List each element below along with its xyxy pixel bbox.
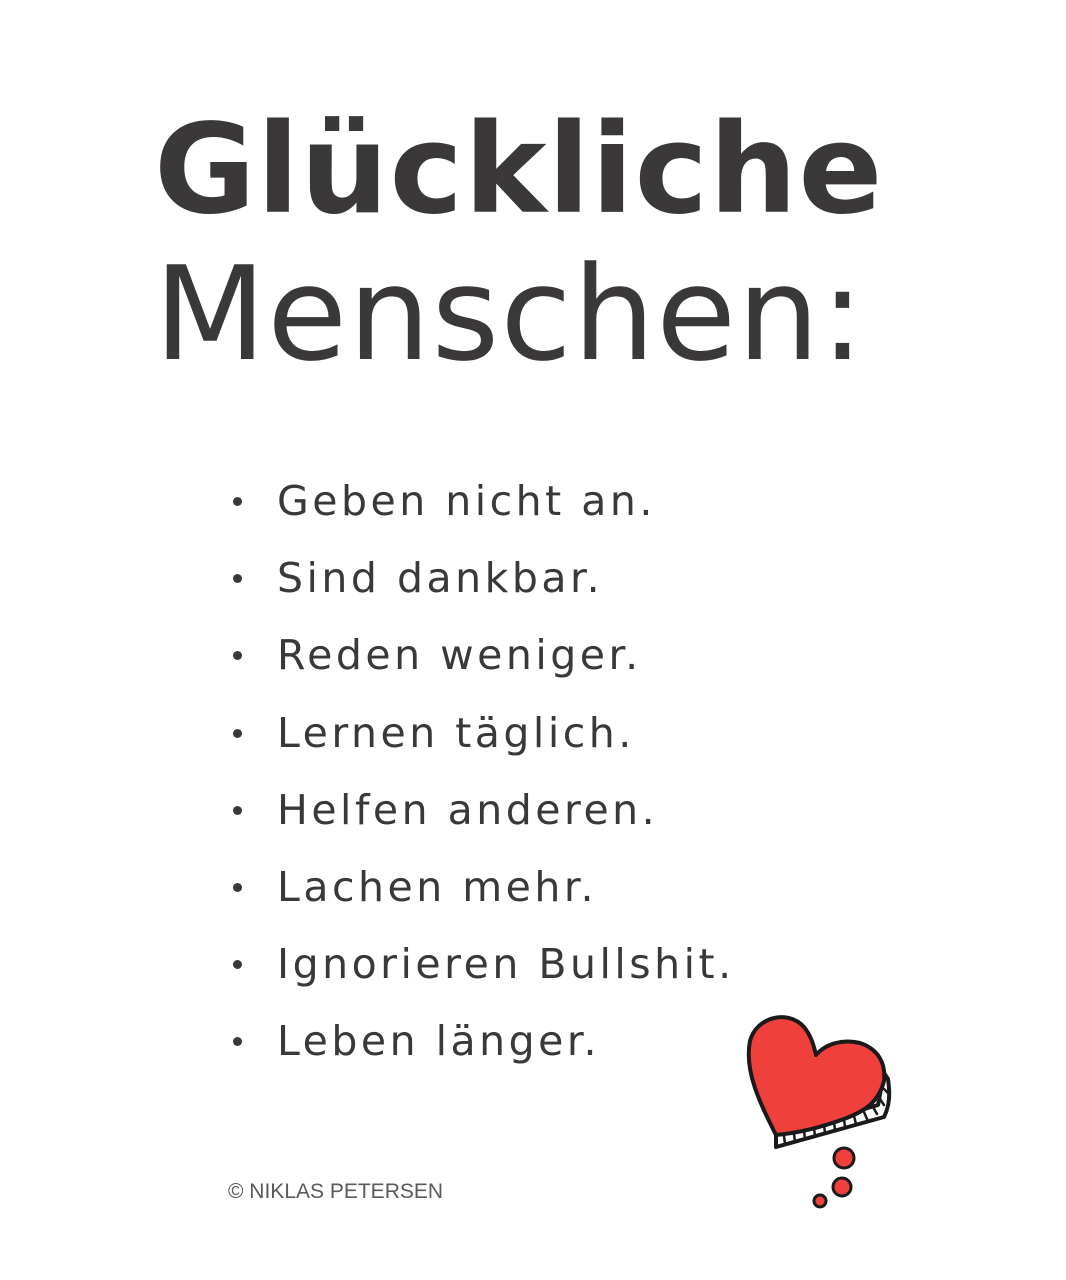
copyright-notice: © NIKLAS PETERSEN: [228, 1180, 444, 1203]
list-item-text: Geben nicht an.: [277, 477, 656, 525]
thought-bubble-small: [812, 1193, 828, 1209]
thought-bubble-large: [832, 1146, 856, 1170]
bullet-icon: [233, 574, 242, 584]
list-item-text: Lachen mehr.: [277, 862, 598, 911]
bullet-icon: [233, 960, 242, 970]
list-item-text: Ignorieren Bullshit.: [277, 940, 735, 989]
bullet-icon: [233, 497, 242, 506]
list-item-text: Sind dankbar.: [277, 554, 604, 603]
heart-icon: [746, 1015, 892, 1209]
list-item-text: Helfen anderen.: [277, 785, 659, 834]
bullet-icon: [233, 882, 242, 892]
list-item-text: Leben länger.: [277, 1017, 600, 1066]
title-line-2: Menschen:: [154, 238, 866, 390]
bullet-icon: [233, 1037, 242, 1047]
bullet-icon: [233, 651, 242, 661]
title-line-1: Glückliche: [154, 98, 884, 242]
thought-bubble-medium: [831, 1176, 853, 1198]
bullet-icon: [233, 728, 242, 738]
list-item-text: Lernen täglich.: [277, 708, 635, 757]
bullet-icon: [233, 805, 242, 815]
list-item-text: Reden weniger.: [277, 631, 642, 680]
